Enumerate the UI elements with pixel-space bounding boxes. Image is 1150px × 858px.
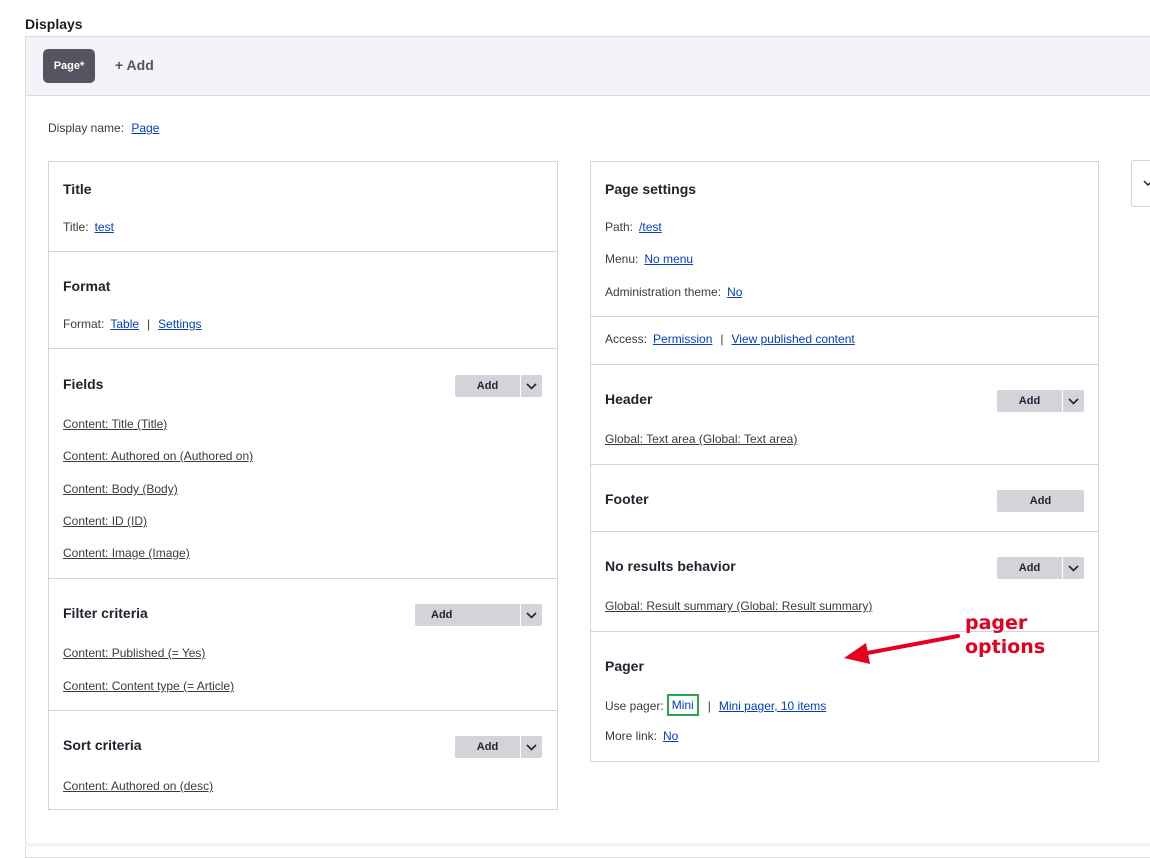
more-link-label: More link: <box>605 729 658 743</box>
chevron-down-icon <box>1068 397 1079 405</box>
separator: | <box>720 332 724 346</box>
field-item-title[interactable]: Content: Title (Title) <box>63 417 167 431</box>
title-section: Title Title: test <box>49 162 557 252</box>
display-name-label: Display name: <box>48 121 125 135</box>
separator: | <box>707 699 711 713</box>
filter-heading: Filter criteria <box>63 605 148 621</box>
access-value-link[interactable]: View published content <box>732 332 855 346</box>
field-item-image[interactable]: Content: Image (Image) <box>63 546 190 560</box>
field-item-authored[interactable]: Content: Authored on (Authored on) <box>63 449 253 463</box>
field-item-body[interactable]: Content: Body (Body) <box>63 482 178 496</box>
fields-add-dropdown[interactable] <box>520 375 542 397</box>
sort-add-button-group: Add <box>455 736 542 758</box>
header-heading: Header <box>605 391 653 407</box>
displays-heading: Displays <box>25 16 83 32</box>
access-section: Access: Permission | View published content <box>591 317 1098 365</box>
sort-section: Sort criteria Add Content: Authored on (… <box>49 711 557 809</box>
more-link-value[interactable]: No <box>663 729 678 743</box>
footer-add-button-group: Add <box>997 490 1084 512</box>
filter-add-button[interactable]: Add <box>415 604 520 626</box>
no-results-item-summary[interactable]: Global: Result summary (Global: Result s… <box>605 599 872 613</box>
display-name-link[interactable]: Page <box>131 121 159 135</box>
filter-add-dropdown[interactable] <box>520 604 542 626</box>
menu-label: Menu: <box>605 252 639 266</box>
title-label: Title: <box>63 220 89 234</box>
title-row: Title: test <box>63 220 114 234</box>
chevron-down-icon <box>1143 180 1150 187</box>
more-link-row: More link: No <box>605 729 678 743</box>
admin-theme-row: Administration theme: No <box>605 285 742 299</box>
use-pager-link[interactable]: Mini <box>672 698 694 712</box>
menu-link[interactable]: No menu <box>644 252 693 266</box>
header-add-button[interactable]: Add <box>997 390 1062 412</box>
use-pager-label: Use pager: <box>605 699 664 713</box>
no-results-add-dropdown[interactable] <box>1062 557 1084 579</box>
pager-heading: Pager <box>605 658 644 674</box>
access-permission-link[interactable]: Permission <box>653 332 712 346</box>
side-panel-toggle[interactable] <box>1131 160 1150 207</box>
page-settings-section: Page settings Path: /test Menu: No menu Ad… <box>591 162 1098 317</box>
footer-section: Footer Add <box>591 465 1098 532</box>
fields-section: Fields Add Content: Title (Title) Conten… <box>49 349 557 579</box>
fields-add-button-group: Add <box>455 375 542 397</box>
header-section: Header Add Global: Text area (Global: Te… <box>591 365 1098 465</box>
sort-add-button[interactable]: Add <box>455 736 520 758</box>
format-link[interactable]: Table <box>110 317 139 331</box>
pager-options-link[interactable]: Mini pager, 10 items <box>719 699 826 713</box>
chevron-down-icon <box>526 611 537 619</box>
add-display-button[interactable]: + Add <box>115 57 154 73</box>
title-heading: Title <box>63 181 92 197</box>
use-pager-row: Use pager: Mini | Mini pager, 10 items <box>605 694 826 717</box>
format-settings-link[interactable]: Settings <box>158 317 201 331</box>
displays-panel: Page* + Add Display name: Page Title Tit… <box>25 36 1150 858</box>
field-item-id[interactable]: Content: ID (ID) <box>63 514 147 528</box>
admin-theme-label: Administration theme: <box>605 285 722 299</box>
access-row: Access: Permission | View published content <box>605 332 855 346</box>
format-row: Format: Table | Settings <box>63 317 202 331</box>
admin-theme-link[interactable]: No <box>727 285 742 299</box>
sort-add-dropdown[interactable] <box>520 736 542 758</box>
path-link[interactable]: /test <box>639 220 662 234</box>
no-results-add-button[interactable]: Add <box>997 557 1062 579</box>
footer-heading: Footer <box>605 491 649 507</box>
no-results-add-button-group: Add <box>997 557 1084 579</box>
chevron-down-icon <box>526 743 537 751</box>
pager-options-annotation: pager options <box>965 611 1045 659</box>
page-settings-heading: Page settings <box>605 181 697 197</box>
footer-add-button[interactable]: Add <box>997 490 1084 512</box>
header-add-button-group: Add <box>997 390 1084 412</box>
sort-item-authored[interactable]: Content: Authored on (desc) <box>63 779 213 793</box>
no-results-heading: No results behavior <box>605 558 736 574</box>
header-item-text-area[interactable]: Global: Text area (Global: Text area) <box>605 432 797 446</box>
right-column: Page settings Path: /test Menu: No menu Ad… <box>590 161 1099 762</box>
annotation-line-1: pager <box>965 612 1028 634</box>
fields-add-button[interactable]: Add <box>455 375 520 397</box>
separator: | <box>147 317 151 331</box>
filter-add-button-group: Add <box>415 604 542 626</box>
bottom-strip <box>25 843 1150 847</box>
chevron-down-icon <box>526 382 537 390</box>
title-link[interactable]: test <box>95 220 114 234</box>
format-section: Format Format: Table | Settings <box>49 252 557 349</box>
pager-highlight-box: Mini <box>666 694 699 716</box>
header-add-dropdown[interactable] <box>1062 390 1084 412</box>
path-label: Path: <box>605 220 634 234</box>
display-name-row: Display name: Page <box>48 121 159 135</box>
sort-heading: Sort criteria <box>63 737 142 753</box>
annotation-line-2: options <box>965 636 1046 658</box>
left-column: Title Title: test Format Format: Table | Set… <box>48 161 558 810</box>
format-label: Format: <box>63 317 105 331</box>
chevron-down-icon <box>1068 564 1079 572</box>
path-row: Path: /test <box>605 220 662 234</box>
filter-item-content-type[interactable]: Content: Content type (= Article) <box>63 679 234 693</box>
fields-heading: Fields <box>63 376 104 392</box>
tab-page[interactable]: Page* <box>43 49 95 83</box>
filter-section: Filter criteria Add Content: Published (… <box>49 579 557 711</box>
menu-row: Menu: No menu <box>605 252 693 266</box>
format-heading: Format <box>63 278 111 294</box>
display-tabs: Page* + Add <box>26 37 1150 96</box>
access-label: Access: <box>605 332 648 346</box>
filter-item-published[interactable]: Content: Published (= Yes) <box>63 646 205 660</box>
